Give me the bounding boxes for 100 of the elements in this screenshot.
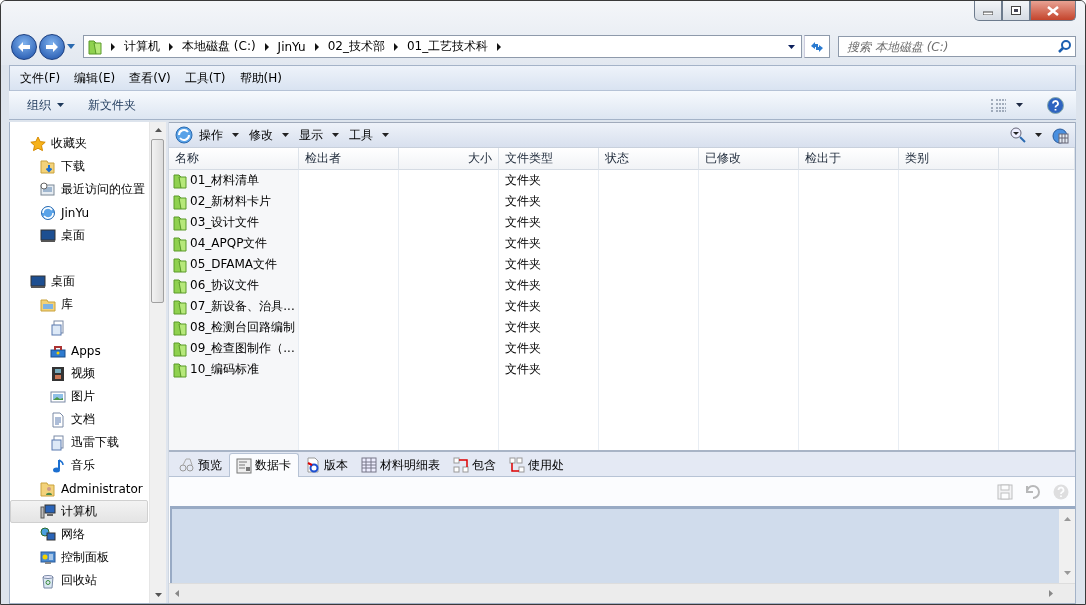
- vertical-scrollbar[interactable]: [1059, 509, 1075, 583]
- column-header[interactable]: 检出者: [299, 148, 399, 170]
- scroll-down-icon: [154, 593, 162, 597]
- caret-icon: [382, 133, 389, 137]
- file-name-cell[interactable]: 09_检查图制作（...: [169, 338, 299, 359]
- folder-icon: [173, 340, 187, 357]
- nav-tree-item[interactable]: 桌面: [10, 270, 148, 293]
- nav-tree-item[interactable]: 文档: [10, 408, 148, 431]
- toolbar-button[interactable]: 新文件夹: [78, 92, 146, 118]
- menu-item[interactable]: 工具(T): [178, 67, 232, 89]
- nav-tree-item[interactable]: Apps: [10, 339, 148, 362]
- file-name-cell[interactable]: 01_材料清单: [169, 170, 299, 191]
- table-cell: 文件夹: [499, 338, 599, 359]
- file-name-cell[interactable]: 10_编码标准: [169, 359, 299, 380]
- nav-tree-item[interactable]: 桌面: [10, 224, 148, 247]
- file-name-cell[interactable]: 04_APQP文件: [169, 233, 299, 254]
- document-icon: [50, 434, 66, 451]
- search-field[interactable]: 搜索 本地磁盘 (C:): [838, 36, 1076, 57]
- file-name-cell[interactable]: 06_协议文件: [169, 275, 299, 296]
- nav-tree-item[interactable]: 音乐: [10, 454, 148, 477]
- forward-arrow-icon: [45, 40, 59, 53]
- breadcrumb-segment[interactable]: 02_技术部: [327, 38, 385, 55]
- file-name-cell[interactable]: 05_DFAMA文件: [169, 254, 299, 275]
- folder-icon: [173, 235, 187, 252]
- toolbar-menu[interactable]: 修改: [245, 124, 293, 146]
- column-header[interactable]: 检出于: [799, 148, 899, 170]
- folder-icon: [173, 214, 187, 231]
- minimize-button[interactable]: [974, 1, 1002, 21]
- menu-item[interactable]: 查看(V): [123, 67, 177, 89]
- address-bar[interactable]: 计算机 本地磁盘 (C:) JinYu 02_技术部 01_工艺技术科: [83, 35, 802, 58]
- toolbar-menu[interactable]: 工具: [345, 124, 393, 146]
- folder-icon: [173, 319, 187, 336]
- tab[interactable]: 版本: [299, 454, 355, 476]
- column-header[interactable]: 已修改: [699, 148, 799, 170]
- caret-icon: [282, 133, 289, 137]
- file-name-cell[interactable]: 08_检测台回路编制: [169, 317, 299, 338]
- column-header[interactable]: 大小: [399, 148, 499, 170]
- nav-tree-item[interactable]: 下载: [10, 155, 148, 178]
- column-header[interactable]: 名称: [169, 148, 299, 170]
- nav-tree-item[interactable]: 最近访问的位置: [10, 178, 148, 201]
- table-cell: 文件夹: [499, 317, 599, 338]
- version-document-icon: [305, 457, 321, 473]
- table-cell: 文件夹: [499, 191, 599, 212]
- download-folder-icon: [40, 158, 56, 175]
- file-name-cell[interactable]: 07_新设备、治具...: [169, 296, 299, 317]
- where-used-icon: [509, 457, 525, 473]
- data-card-icon: [236, 457, 252, 474]
- tab[interactable]: 预览: [173, 454, 229, 476]
- forward-button[interactable]: [39, 33, 65, 60]
- breadcrumb-segment[interactable]: 本地磁盘 (C:): [182, 38, 256, 55]
- nav-tree-item[interactable]: 控制面板: [10, 546, 148, 569]
- breadcrumb-segment[interactable]: 计算机: [124, 38, 160, 55]
- folder-icon: [88, 38, 102, 55]
- nav-tree-item[interactable]: 视频: [10, 362, 148, 385]
- nav-tree-item[interactable]: 图片: [10, 385, 148, 408]
- glasses-icon: [179, 457, 195, 473]
- vertical-scrollbar[interactable]: [149, 122, 166, 603]
- nav-tree-item[interactable]: 回收站: [10, 569, 148, 592]
- restore-button[interactable]: [1002, 1, 1030, 21]
- nav-tree-item[interactable]: 收藏夹: [10, 132, 148, 155]
- scroll-left-icon: [175, 590, 179, 597]
- breadcrumb-segment[interactable]: 01_工艺技术科: [406, 38, 489, 55]
- nav-tree-item[interactable]: 库: [10, 293, 148, 316]
- tab[interactable]: 数据卡: [229, 453, 299, 477]
- close-button[interactable]: [1030, 1, 1076, 21]
- file-name-cell[interactable]: 02_新材料卡片: [169, 191, 299, 212]
- table-cell: 文件夹: [499, 233, 599, 254]
- nav-tree-item[interactable]: 迅雷下载: [10, 431, 148, 454]
- tab[interactable]: 使用处: [503, 454, 571, 476]
- tab[interactable]: 材料明细表: [355, 454, 447, 476]
- nav-tree-item[interactable]: 网络: [10, 523, 148, 546]
- breadcrumb-segment[interactable]: JinYu: [277, 39, 306, 54]
- refresh-globe-icon: [40, 204, 56, 221]
- horizontal-scrollbar[interactable]: [169, 583, 1075, 603]
- toolbar-menu[interactable]: 显示: [295, 124, 343, 146]
- toolbar-menu[interactable]: 操作: [195, 124, 243, 146]
- nav-tree-item[interactable]: Administrator: [10, 477, 148, 500]
- text-document-icon: [50, 411, 66, 428]
- globe-grid-icon[interactable]: [1052, 126, 1069, 144]
- refresh-globe-icon[interactable]: [175, 126, 193, 144]
- column-header[interactable]: 文件类型: [499, 148, 599, 170]
- column-header[interactable]: 状态: [599, 148, 699, 170]
- dropdown-button[interactable]: 组织: [17, 92, 74, 118]
- back-button[interactable]: [11, 33, 37, 60]
- folder-icon: [173, 361, 187, 378]
- recent-places-icon: [40, 181, 56, 198]
- file-name-cell[interactable]: 03_设计文件: [169, 212, 299, 233]
- nav-tree-item[interactable]: 计算机: [10, 500, 148, 523]
- refresh-button[interactable]: [804, 35, 830, 58]
- tab[interactable]: 包含: [447, 454, 503, 476]
- column-header[interactable]: 类别: [899, 148, 999, 170]
- document-icon: [50, 319, 66, 336]
- menu-item[interactable]: 文件(F): [14, 67, 67, 89]
- menu-item[interactable]: 帮助(H): [233, 67, 288, 89]
- help-icon[interactable]: [1047, 96, 1064, 114]
- nav-tree-item[interactable]: JinYu: [10, 201, 148, 224]
- menu-item[interactable]: 编辑(E): [68, 67, 122, 89]
- dropdown-caret-icon[interactable]: [788, 44, 795, 49]
- user-folder-icon: [40, 480, 56, 497]
- scrollbar-thumb[interactable]: [151, 139, 164, 303]
